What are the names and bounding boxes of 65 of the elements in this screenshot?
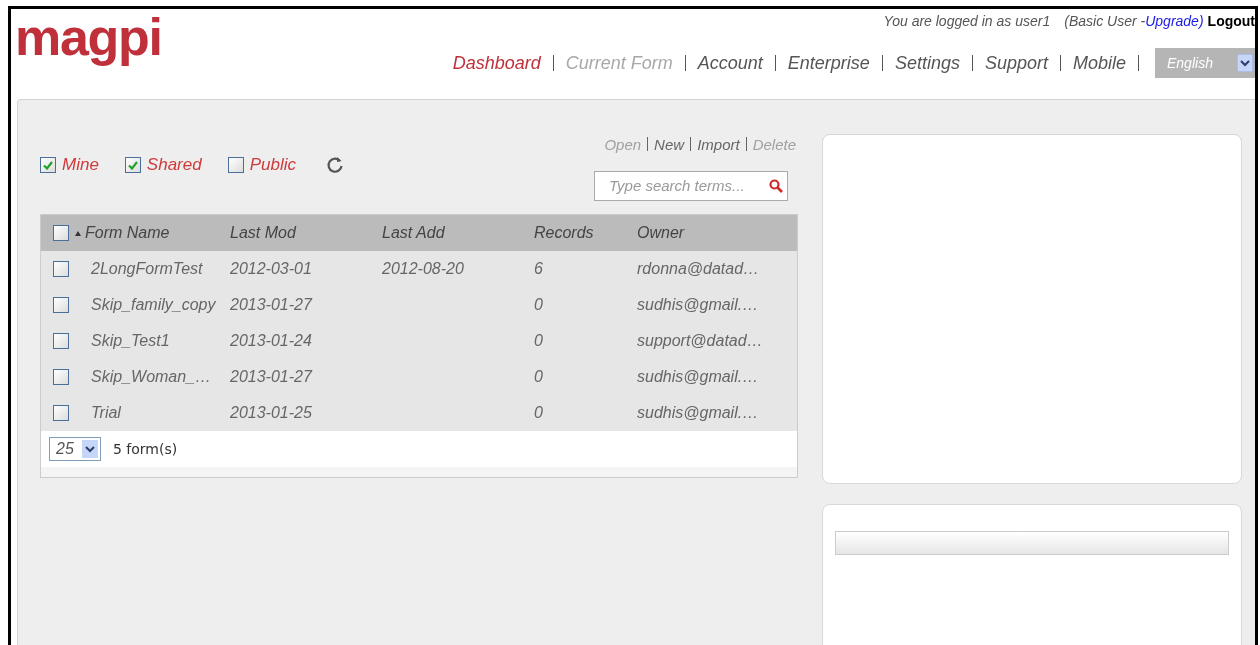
checkbox[interactable] (53, 369, 69, 385)
username: user1 (1015, 12, 1051, 31)
nav-link[interactable]: Support (984, 49, 1048, 77)
plan-label: (Basic User - (1064, 12, 1146, 31)
action-link[interactable]: New (654, 134, 685, 157)
action-link[interactable]: Import (697, 134, 740, 157)
column-header[interactable]: Records (534, 221, 594, 245)
search-icon[interactable] (769, 178, 783, 193)
checkbox[interactable] (53, 225, 69, 241)
logout-link[interactable]: Logout (1207, 11, 1255, 32)
search-field[interactable]: Type search terms... (594, 170, 788, 201)
table-cell: 6 (534, 260, 543, 277)
checkbox[interactable] (53, 261, 69, 277)
table-cell: Skip_Test1 (91, 332, 170, 349)
table-row[interactable]: Trial 2013-01-25 0 sudhis@gmail.… (41, 395, 797, 431)
check-icon (127, 160, 138, 170)
column-header[interactable]: Owner (637, 221, 685, 245)
table-cell: rdonna@datad… (637, 260, 760, 277)
table-cell: Skip_family_copy (91, 296, 216, 313)
login-status: You are logged in as (883, 12, 1012, 31)
table-cell: 2013-01-27 (230, 368, 312, 385)
table-cell: 2LongFormTest (91, 260, 203, 277)
table-cell: 2012-08-20 (382, 260, 464, 277)
refresh-icon[interactable] (326, 156, 344, 174)
table-row[interactable]: 2LongFormTest 2012-03-01 2012-08-20 6 rdonna@datad… (41, 251, 797, 287)
table-cell: 2013-01-27 (230, 296, 312, 313)
dropdown-arrow-icon (1237, 54, 1253, 72)
upgrade-link[interactable]: Upgrade) (1145, 11, 1204, 32)
checkbox[interactable] (53, 297, 69, 313)
table-cell: Skip_Woman_… (91, 368, 212, 385)
table-cell: Trial (91, 404, 121, 421)
checkbox[interactable] (124, 157, 141, 173)
column-header[interactable]: Form Name (85, 221, 170, 245)
table-cell: support@datad… (637, 332, 763, 349)
table-cell: 2012-03-01 (230, 260, 312, 277)
checkbox[interactable] (227, 157, 244, 173)
table-cell: sudhis@gmail.… (637, 296, 759, 313)
form-count: 5 form(s) (113, 439, 178, 459)
checkbox[interactable] (40, 157, 56, 173)
nav-link[interactable]: Settings (894, 49, 960, 77)
table-cell: 0 (534, 404, 543, 421)
nav-link[interactable]: Account (697, 49, 763, 77)
table-cell: 0 (534, 368, 543, 385)
nav-link[interactable]: Mobile (1072, 49, 1126, 77)
table-row[interactable]: Skip_Test1 2013-01-24 0 support@datad… (41, 323, 797, 359)
sort-arrow-icon (75, 230, 81, 236)
check-icon (43, 160, 53, 170)
column-header[interactable]: Last Add (382, 221, 445, 245)
table-cell: 2013-01-25 (230, 404, 312, 421)
checkbox[interactable] (53, 405, 69, 421)
filter-label: Shared (146, 154, 202, 177)
table-cell: 0 (534, 332, 543, 349)
page-size-select[interactable]: 25 (49, 437, 101, 461)
nav-link[interactable]: Dashboard (452, 49, 541, 77)
table-row[interactable]: Skip_Woman_… 2013-01-27 0 sudhis@gmail.… (41, 359, 797, 395)
filter-label: Public (249, 154, 296, 177)
filter-label: Mine (62, 154, 99, 177)
table-cell: 2013-01-24 (230, 332, 312, 349)
table-cell: sudhis@gmail.… (637, 404, 759, 421)
column-header[interactable]: Last Mod (230, 221, 296, 245)
table-row[interactable]: Skip_family_copy 2013-01-27 0 sudhis@gmail.… (41, 287, 797, 323)
nav-link[interactable]: Enterprise (787, 49, 870, 77)
table-cell: 0 (534, 296, 543, 313)
checkbox[interactable] (53, 333, 69, 349)
table-cell: sudhis@gmail.… (637, 368, 759, 385)
